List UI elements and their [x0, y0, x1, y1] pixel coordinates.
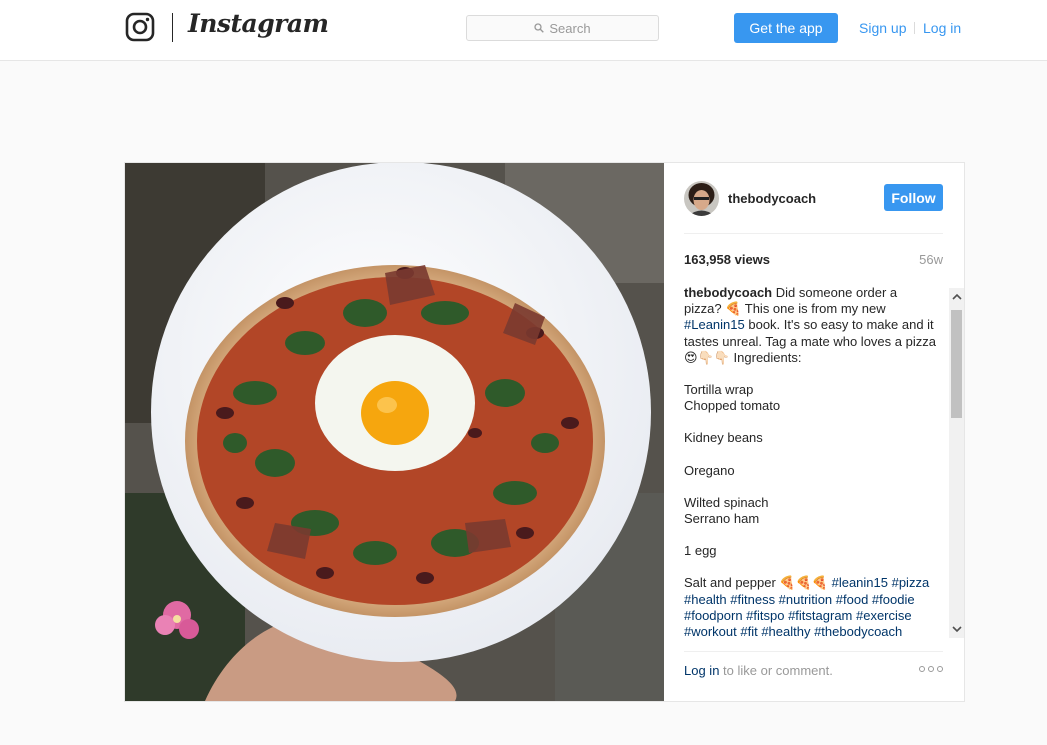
log-in-link[interactable]: Log in — [923, 20, 961, 36]
top-nav-bar: Instagram Search Get the app Sign up Log… — [0, 0, 1047, 61]
log-in-comment-link[interactable]: Log in — [684, 663, 719, 678]
profile-picture-image — [684, 181, 719, 216]
instagram-wordmark[interactable]: Instagram — [188, 9, 329, 38]
sign-up-link[interactable]: Sign up — [859, 20, 906, 36]
login-prompt: Log in to like or comment. — [684, 663, 833, 678]
search-placeholder: Search — [549, 20, 591, 36]
ingredient-item: Oregano — [684, 462, 735, 478]
caption-final-text: Salt and pepper 🍕🍕🍕 — [684, 575, 828, 591]
avatar[interactable] — [684, 181, 719, 216]
scroll-up-arrow-icon[interactable] — [949, 288, 964, 305]
post-sidebar: thebodycoach Follow 163,958 views 56w th… — [664, 163, 964, 701]
ingredient-item: Wilted spinach — [684, 494, 769, 510]
author-username[interactable]: thebodycoach — [728, 191, 816, 206]
ingredient-item: Chopped tomato — [684, 398, 781, 414]
post-card: thebodycoach Follow 163,958 views 56w th… — [124, 162, 965, 702]
view-count: 163,958 views — [684, 252, 771, 267]
ellipsis-icon[interactable] — [919, 666, 943, 672]
post-caption: thebodycoach Did someone order a pizza? … — [684, 285, 936, 640]
divider — [684, 233, 943, 234]
scroll-thumb[interactable] — [951, 310, 962, 418]
ingredient-item: Kidney beans — [684, 430, 763, 446]
get-the-app-button[interactable]: Get the app — [734, 13, 838, 43]
pizza-photo-image — [125, 163, 664, 701]
nav-separator — [914, 22, 915, 34]
ingredient-item: Tortilla wrap — [684, 382, 754, 398]
post-age[interactable]: 56w — [919, 252, 943, 267]
post-photo[interactable] — [125, 163, 664, 701]
hashtag-link[interactable]: #Leanin15 — [684, 317, 745, 332]
ingredient-item: Serrano ham — [684, 511, 760, 527]
follow-button[interactable]: Follow — [884, 184, 943, 211]
divider — [684, 651, 943, 652]
caption-username[interactable]: thebodycoach — [684, 285, 772, 300]
login-prompt-suffix: to like or comment. — [723, 663, 833, 678]
logo-divider — [172, 13, 173, 42]
scroll-down-arrow-icon[interactable] — [949, 621, 964, 638]
search-input[interactable]: Search — [466, 15, 659, 41]
caption-scrollbar[interactable] — [949, 288, 964, 638]
instagram-camera-icon[interactable] — [125, 12, 155, 42]
search-icon — [534, 23, 545, 33]
ingredient-item: 1 egg — [684, 543, 717, 559]
